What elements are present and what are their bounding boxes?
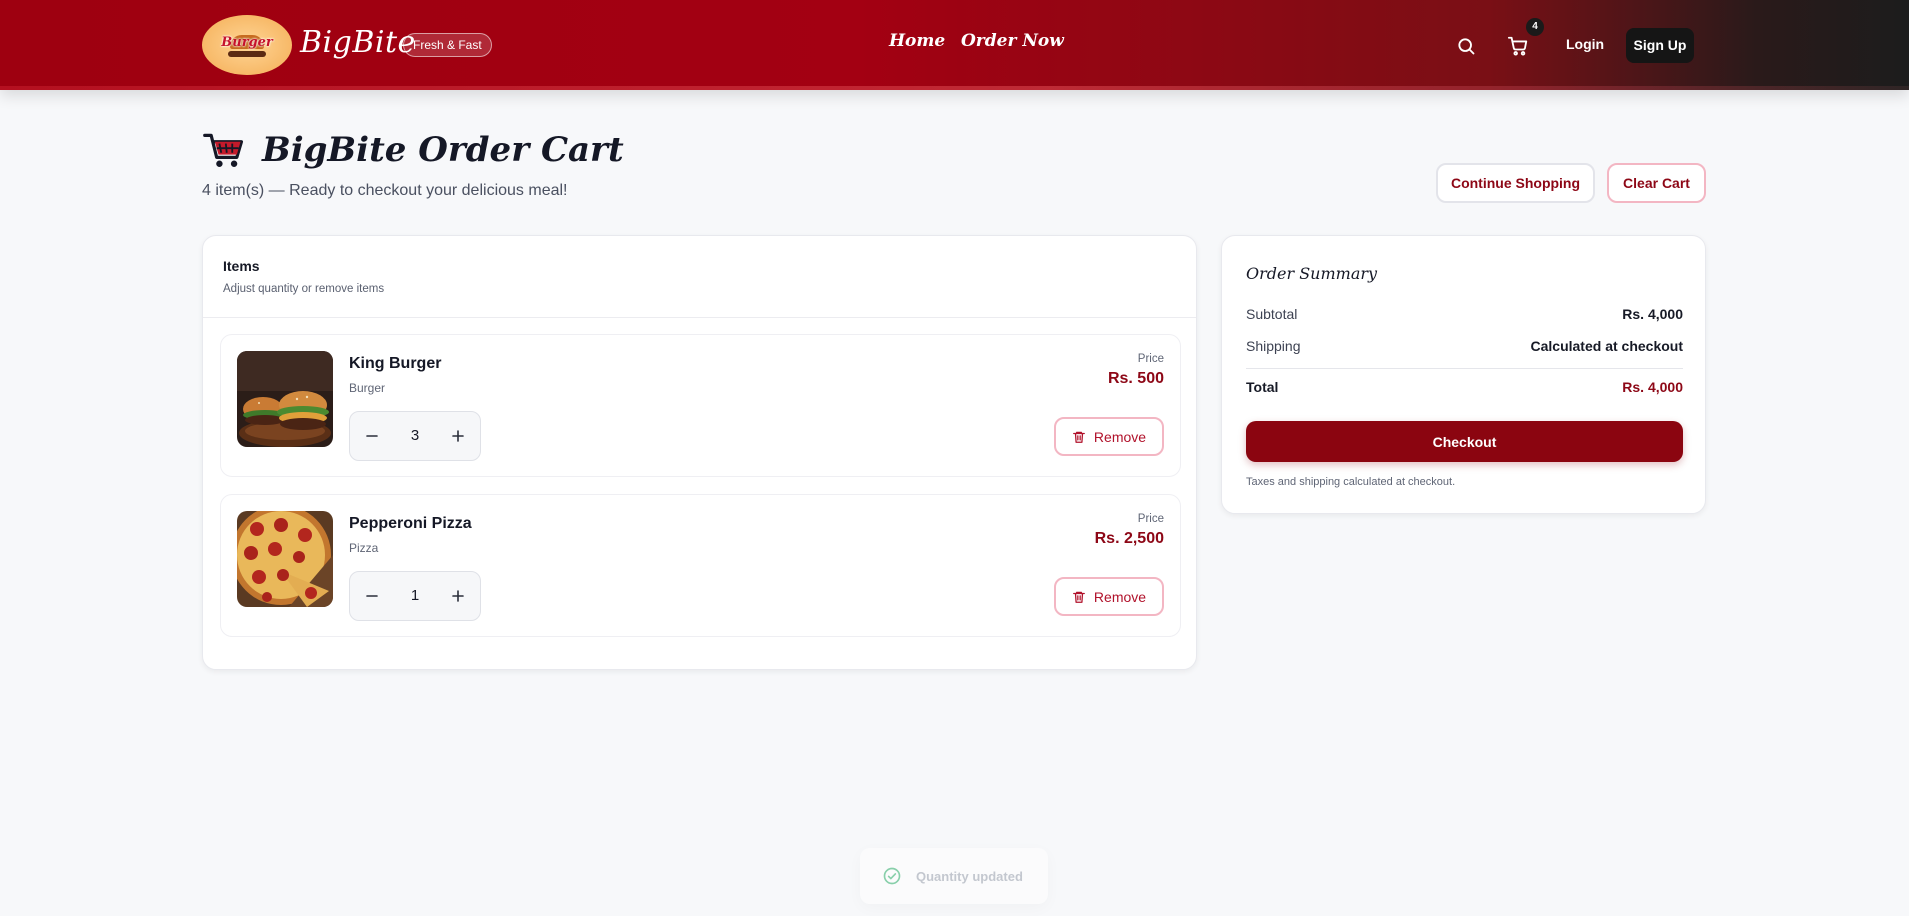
cart-items-card: Items Adjust quantity or remove items Ki… xyxy=(202,235,1197,670)
items-description: Adjust quantity or remove items xyxy=(223,283,385,295)
summary-divider xyxy=(1246,368,1683,369)
trash-icon xyxy=(1073,591,1085,603)
search-icon xyxy=(1458,38,1475,55)
items-title: Items xyxy=(223,258,260,274)
remove-label: Remove xyxy=(1093,588,1147,605)
item-category: Burger xyxy=(349,381,386,395)
checkout-button[interactable]: Checkout xyxy=(1246,421,1683,462)
toast-message: Quantity updated xyxy=(916,868,1023,884)
continue-shopping-button[interactable]: Continue Shopping xyxy=(1436,163,1595,203)
items-card-header: Items Adjust quantity or remove items xyxy=(203,236,1196,318)
login-link[interactable]: Login xyxy=(1566,36,1604,52)
order-summary-title: Order Summary xyxy=(1246,264,1378,283)
item-price: Rs. 2,500 xyxy=(1094,530,1164,547)
item-name: King Burger xyxy=(349,355,442,372)
brand-name[interactable]: BigBite xyxy=(300,25,416,60)
remove-label: Remove xyxy=(1093,428,1147,445)
increase-quantity-button[interactable] xyxy=(436,412,480,460)
brand-logo[interactable]: Burger xyxy=(202,15,292,75)
price-label: Price xyxy=(1137,513,1164,525)
sign-up-button[interactable]: Sign Up xyxy=(1626,28,1694,63)
trash-icon xyxy=(1073,431,1085,443)
price-label: Price xyxy=(1137,353,1164,365)
page-subtitle: 4 item(s) — Ready to checkout your delic… xyxy=(202,182,568,199)
remove-item-button[interactable]: Remove xyxy=(1054,417,1164,456)
cart-count-badge: 4 xyxy=(1526,18,1544,36)
logo-patty-shape xyxy=(228,51,266,57)
top-header: Burger BigBite Fresh & Fast Home Order N… xyxy=(0,0,1909,90)
cart-item-row: Pepperoni Pizza Pizza 1 Price Rs. 2,500 … xyxy=(220,494,1181,637)
decrease-quantity-button[interactable] xyxy=(350,412,394,460)
total-label: Total xyxy=(1246,379,1279,395)
shipping-value: Calculated at checkout xyxy=(1530,338,1684,354)
remove-item-button[interactable]: Remove xyxy=(1054,577,1164,616)
subtotal-value: Rs. 4,000 xyxy=(1622,306,1683,322)
plus-icon xyxy=(452,590,464,602)
decrease-quantity-button[interactable] xyxy=(350,572,394,620)
pepperoni-pizza-image xyxy=(237,511,333,607)
page-title: BigBite Order Cart xyxy=(262,130,624,170)
summary-note: Taxes and shipping calculated at checkou… xyxy=(1246,476,1456,488)
toast-notification: Quantity updated xyxy=(860,848,1048,904)
item-category: Pizza xyxy=(349,541,379,555)
tagline-badge: Fresh & Fast xyxy=(403,33,492,57)
clear-cart-button[interactable]: Clear Cart xyxy=(1607,163,1706,203)
nav-order-now-link[interactable]: Order Now xyxy=(961,31,1064,51)
nav-home-link[interactable]: Home xyxy=(889,31,945,51)
minus-icon xyxy=(366,435,378,437)
cart-button[interactable] xyxy=(1504,32,1532,60)
quantity-value[interactable]: 1 xyxy=(394,572,436,620)
king-burger-image xyxy=(237,351,333,447)
quantity-value[interactable]: 3 xyxy=(394,412,436,460)
quantity-stepper: 1 xyxy=(349,571,481,621)
page-heading: BigBite Order Cart xyxy=(202,128,624,172)
shopping-cart-icon xyxy=(203,133,244,167)
cart-item-row: King Burger Burger 3 Price Rs. 500 Remov… xyxy=(220,334,1181,477)
subtotal-label: Subtotal xyxy=(1246,306,1298,322)
search-button[interactable] xyxy=(1453,33,1479,59)
item-name: Pepperoni Pizza xyxy=(349,515,472,532)
plus-icon xyxy=(452,430,464,442)
minus-icon xyxy=(366,595,378,597)
order-summary-card: Order Summary Subtotal Rs. 4,000 Shippin… xyxy=(1221,235,1706,514)
increase-quantity-button[interactable] xyxy=(436,572,480,620)
check-circle-icon xyxy=(883,867,901,885)
shipping-label: Shipping xyxy=(1246,338,1301,354)
item-price: Rs. 500 xyxy=(1107,370,1164,387)
total-value: Rs. 4,000 xyxy=(1622,379,1683,395)
logo-text: Burger xyxy=(221,35,273,50)
cart-icon xyxy=(1507,36,1528,56)
quantity-stepper: 3 xyxy=(349,411,481,461)
